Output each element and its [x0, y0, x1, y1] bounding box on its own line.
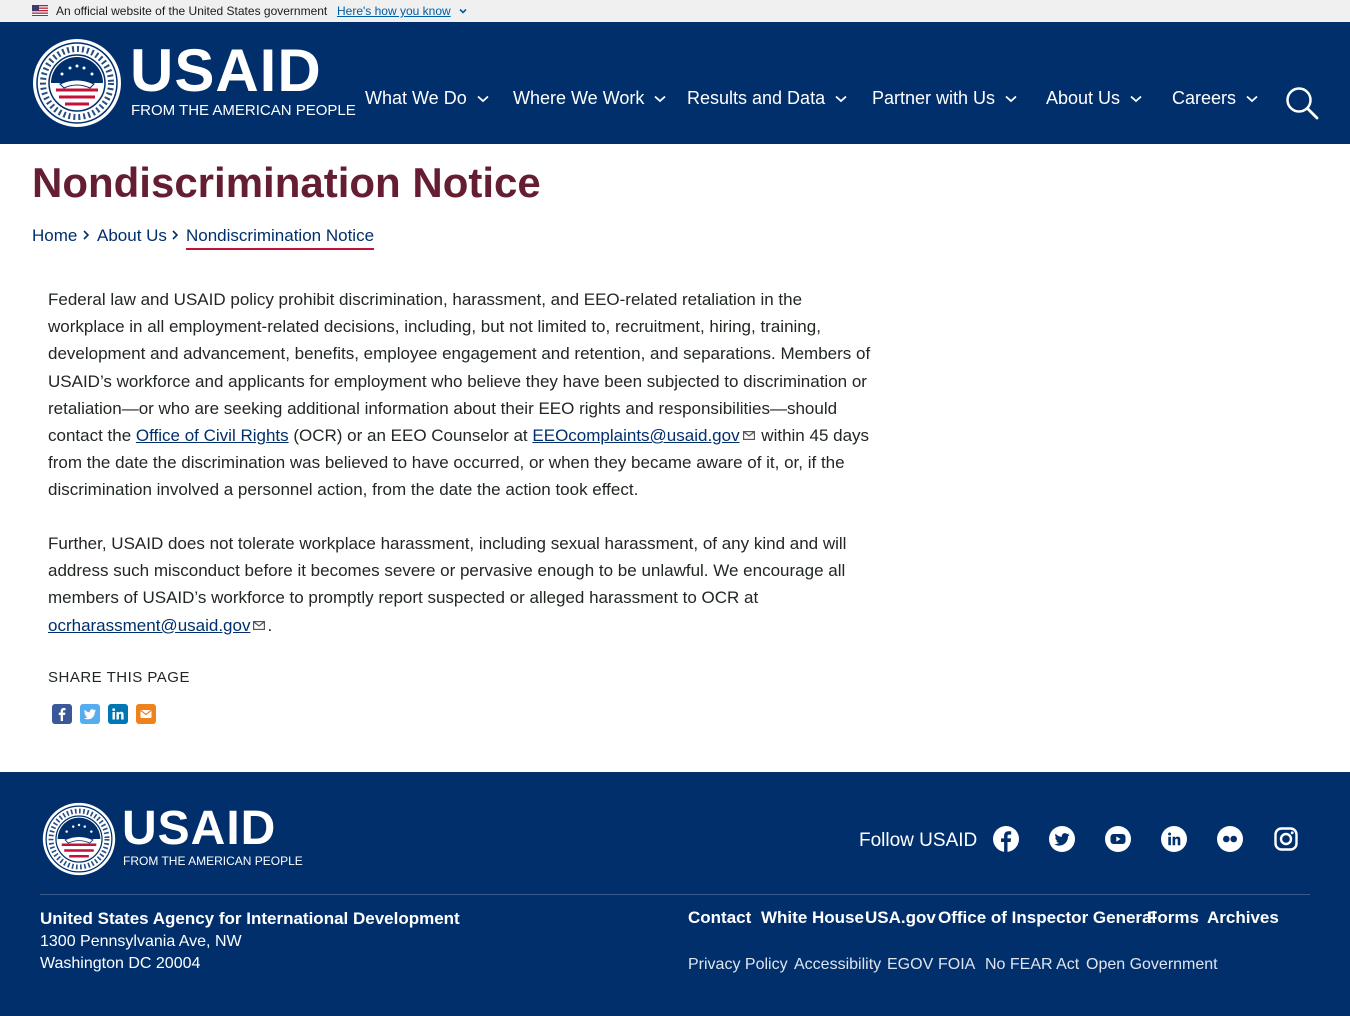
- footer-link-open-government[interactable]: Open Government: [1086, 956, 1218, 974]
- eeo-complaints-email-link[interactable]: EEOcomplaints@usaid.gov: [532, 426, 739, 445]
- footer-divider: [40, 894, 1310, 895]
- share-linkedin-button[interactable]: [108, 704, 128, 724]
- footer-link-white-house[interactable]: White House: [761, 908, 864, 928]
- instagram-icon[interactable]: [1272, 825, 1300, 853]
- breadcrumb-about-us[interactable]: About Us: [97, 226, 167, 246]
- nav-label: Results and Data: [687, 88, 826, 108]
- breadcrumb-home[interactable]: Home: [32, 226, 77, 246]
- paragraph-text: (OCR) or an EEO Counselor at: [288, 426, 533, 446]
- usaid-seal-icon: [33, 39, 121, 127]
- nav-label: Where We Work: [513, 88, 645, 108]
- footer-link-archives[interactable]: Archives: [1207, 908, 1279, 928]
- harassment-paragraph: Further, USAID does not tolerate workpla…: [48, 530, 878, 639]
- address-line-2: Washington DC 20004: [40, 955, 201, 972]
- nondiscrimination-paragraph: Federal law and USAID policy prohibit di…: [48, 286, 878, 504]
- footer-tagline: FROM THE AMERICAN PEOPLE: [123, 854, 303, 868]
- nav-item-what-we-do[interactable]: What We Do: [365, 88, 489, 109]
- footer-link-no-fear-act[interactable]: No FEAR Act: [985, 956, 1079, 974]
- share-facebook-button[interactable]: [52, 704, 72, 724]
- chevron-down-icon: [654, 95, 666, 102]
- footer-link-usa-gov[interactable]: USA.gov: [865, 908, 936, 928]
- nav-label: What We Do: [365, 88, 467, 108]
- office-of-civil-rights-link[interactable]: Office of Civil Rights: [136, 426, 289, 445]
- gov-banner: An official website of the United States…: [0, 0, 1350, 22]
- linkedin-icon[interactable]: [1160, 825, 1188, 853]
- us-flag-icon: [32, 5, 48, 16]
- linkedin-icon: [112, 708, 124, 720]
- share-twitter-button[interactable]: [80, 704, 100, 724]
- chevron-down-icon: [1005, 95, 1017, 102]
- nav-label: Partner with Us: [872, 88, 996, 108]
- nav-label: About Us: [1046, 88, 1121, 108]
- footer-wordmark: USAID: [122, 802, 277, 855]
- chevron-down-icon: [477, 95, 489, 102]
- address-line-1: 1300 Pennsylvania Ave, NW: [40, 933, 242, 950]
- site-footer: USAID FROM THE AMERICAN PEOPLE Follow US…: [0, 772, 1350, 1016]
- footer-usaid-logo[interactable]: USAID FROM THE AMERICAN PEOPLE: [42, 802, 303, 876]
- flickr-icon[interactable]: [1216, 825, 1244, 853]
- usaid-wordmark: USAID: [130, 37, 322, 104]
- chevron-right-icon: [83, 230, 90, 240]
- footer-link-inspector-general[interactable]: Office of Inspector General: [938, 908, 1156, 928]
- paragraph-text: Federal law and USAID policy prohibit di…: [48, 290, 871, 446]
- footer-link-contact[interactable]: Contact: [688, 908, 751, 928]
- footer-link-forms[interactable]: Forms: [1147, 908, 1199, 928]
- twitter-icon[interactable]: [1048, 825, 1076, 853]
- chevron-down-icon: [835, 95, 847, 102]
- nav-item-about-us[interactable]: About Us: [1046, 88, 1142, 109]
- email-link-icon: [742, 431, 755, 441]
- facebook-icon: [58, 708, 66, 721]
- paragraph-text: Further, USAID does not tolerate workpla…: [48, 534, 847, 608]
- twitter-icon: [83, 709, 96, 720]
- nav-item-partner-with-us[interactable]: Partner with Us: [872, 88, 1017, 109]
- agency-name: United States Agency for International D…: [40, 909, 460, 928]
- ocr-harassment-email-link[interactable]: ocrharassment@usaid.gov: [48, 616, 250, 635]
- breadcrumb-current[interactable]: Nondiscrimination Notice: [186, 226, 375, 250]
- search-icon[interactable]: [1285, 86, 1319, 120]
- site-header: USAID FROM THE AMERICAN PEOPLE What We D…: [0, 22, 1350, 144]
- chevron-down-icon[interactable]: [458, 6, 468, 16]
- email-link-icon: [253, 620, 266, 630]
- facebook-icon[interactable]: [992, 825, 1020, 853]
- nav-item-where-we-work[interactable]: Where We Work: [513, 88, 666, 109]
- page-title: Nondiscrimination Notice: [32, 159, 541, 206]
- footer-link-accessibility[interactable]: Accessibility: [794, 956, 881, 974]
- usaid-logo[interactable]: USAID FROM THE AMERICAN PEOPLE: [32, 37, 356, 128]
- share-this-page-label: SHARE THIS PAGE: [48, 669, 190, 686]
- usaid-seal-icon: [42, 802, 116, 876]
- nav-item-careers[interactable]: Careers: [1172, 88, 1258, 109]
- how-you-know-link[interactable]: Here's how you know: [337, 4, 451, 18]
- chevron-down-icon: [1246, 95, 1258, 102]
- footer-link-egov[interactable]: EGOV: [887, 956, 933, 974]
- email-icon: [140, 709, 152, 718]
- footer-link-foia[interactable]: FOIA: [938, 956, 975, 974]
- paragraph-text: .: [267, 615, 273, 635]
- chevron-down-icon: [1130, 95, 1142, 102]
- follow-usaid-label: Follow USAID: [859, 830, 978, 851]
- nav-item-results-and-data[interactable]: Results and Data: [687, 88, 847, 109]
- share-email-button[interactable]: [136, 704, 156, 724]
- nav-label: Careers: [1172, 88, 1237, 108]
- footer-link-privacy-policy[interactable]: Privacy Policy: [688, 956, 788, 974]
- usaid-tagline: FROM THE AMERICAN PEOPLE: [131, 102, 356, 119]
- official-website-text: An official website of the United States…: [56, 4, 328, 18]
- youtube-icon[interactable]: [1104, 825, 1132, 853]
- chevron-right-icon: [172, 230, 179, 240]
